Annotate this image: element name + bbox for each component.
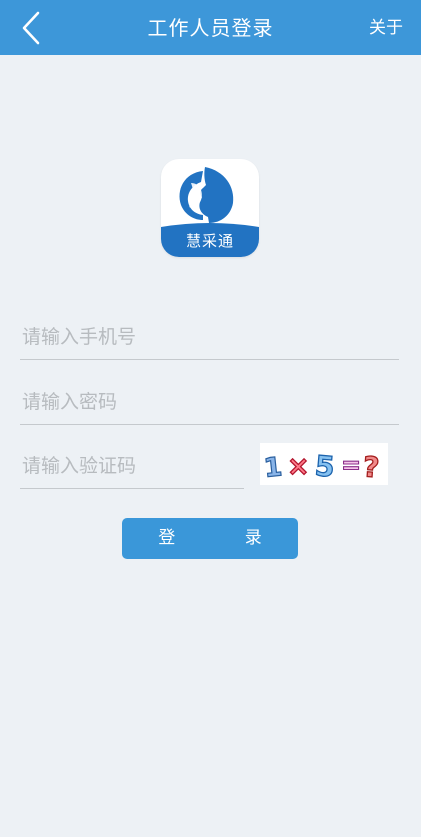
svg-text:5: 5	[314, 449, 336, 484]
about-link[interactable]: 关于	[369, 16, 403, 40]
captcha-field	[20, 444, 244, 489]
captcha-image[interactable]: 1 × 5 = ?	[260, 443, 388, 485]
app-logo-text: 慧采通	[185, 232, 234, 250]
svg-text:?: ?	[362, 450, 381, 484]
captcha-input[interactable]	[20, 444, 244, 488]
password-field	[20, 380, 399, 425]
phone-input[interactable]	[20, 315, 399, 359]
phone-field	[20, 315, 399, 360]
svg-text:×: ×	[287, 451, 310, 482]
captcha-graphic: 1 × 5 = ?	[262, 449, 381, 486]
login-button[interactable]: 登 录	[122, 518, 298, 559]
svg-text:=: =	[341, 451, 361, 479]
password-input[interactable]	[20, 380, 399, 424]
app-logo: 慧采通	[161, 159, 259, 257]
top-nav-bar: 工作人员登录 关于	[0, 0, 421, 55]
svg-text:1: 1	[262, 452, 283, 484]
page-title: 工作人员登录	[147, 16, 274, 40]
